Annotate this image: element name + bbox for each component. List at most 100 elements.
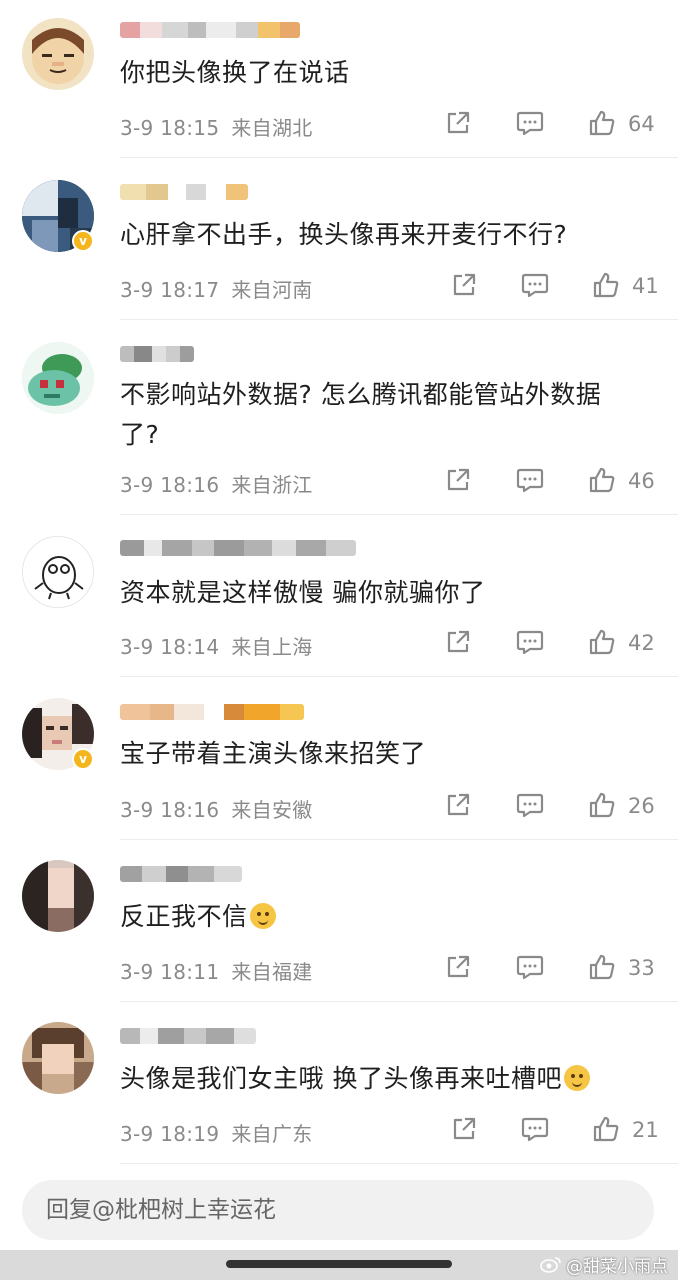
- username-obscured[interactable]: [120, 540, 356, 556]
- comment-text: 反正我不信: [120, 897, 640, 937]
- comment-location: 来自河南: [231, 278, 313, 302]
- thumbs-up-icon: [589, 467, 615, 493]
- share-icon: [453, 273, 476, 296]
- avatar[interactable]: [22, 860, 94, 932]
- comment-location: 来自安徽: [231, 798, 313, 822]
- comment-text-content: 头像是我们女主哦 换了头像再来吐槽吧: [120, 1064, 562, 1093]
- verified-badge-icon: v: [72, 230, 94, 252]
- comment-text: 头像是我们女主哦 换了头像再来吐槽吧: [120, 1059, 640, 1099]
- watermark-text: @甜菜小雨点: [566, 1256, 668, 1277]
- comment-button[interactable]: [510, 103, 550, 143]
- divider: [120, 514, 678, 515]
- comment-location: 来自上海: [231, 635, 313, 659]
- share-button[interactable]: [438, 622, 478, 662]
- like-button[interactable]: [582, 103, 622, 143]
- divider: [120, 1001, 678, 1002]
- like-count: 41: [632, 274, 659, 298]
- pleading-emoji-icon: [563, 1065, 590, 1091]
- share-button[interactable]: [438, 785, 478, 825]
- avatar[interactable]: [22, 18, 94, 90]
- comment-meta: 3-9 18:14 来自上海: [120, 631, 313, 660]
- weibo-logo-icon: [540, 1257, 561, 1273]
- thumbs-up-icon: [593, 1116, 619, 1142]
- comment-icon: [516, 630, 544, 655]
- username-obscured[interactable]: [120, 1028, 256, 1044]
- avatar-photo-icon: [22, 860, 94, 932]
- comment-text: 宝子带着主演头像来招笑了: [120, 739, 427, 768]
- avatar-penguin-icon: [23, 537, 93, 607]
- like-button[interactable]: [582, 947, 622, 987]
- reply-box[interactable]: [22, 1180, 654, 1240]
- username-obscured[interactable]: [120, 184, 248, 200]
- avatar[interactable]: [22, 342, 94, 414]
- like-count: 26: [628, 794, 655, 818]
- comment-text: 资本就是这样傲慢 骗你就骗你了: [120, 578, 486, 607]
- comment-icon: [516, 111, 544, 136]
- home-indicator[interactable]: [226, 1260, 452, 1268]
- like-count: 33: [628, 956, 655, 980]
- share-button[interactable]: [438, 947, 478, 987]
- comment-meta: 3-9 18:15 来自湖北: [120, 112, 313, 141]
- comment-meta: 3-9 18:16 来自安徽: [120, 794, 313, 823]
- share-button[interactable]: [438, 103, 478, 143]
- like-button[interactable]: [582, 785, 622, 825]
- share-button[interactable]: [444, 265, 484, 305]
- comment-button[interactable]: [515, 1109, 555, 1149]
- comment-button[interactable]: [510, 460, 550, 500]
- thumbs-up-icon: [589, 629, 615, 655]
- comment-time: 3-9 18:11: [120, 960, 220, 984]
- thumbs-up-icon: [589, 792, 615, 818]
- top-edge: [0, 0, 678, 12]
- comment-button[interactable]: [510, 947, 550, 987]
- share-icon: [447, 955, 470, 978]
- comment-time: 3-9 18:19: [120, 1122, 220, 1146]
- reply-input[interactable]: [46, 1180, 626, 1240]
- comment-icon: [521, 1117, 549, 1142]
- username-obscured[interactable]: [120, 866, 242, 882]
- comment-time: 3-9 18:15: [120, 116, 220, 140]
- divider: [120, 676, 678, 677]
- comment-time: 3-9 18:14: [120, 635, 220, 659]
- divider: [120, 319, 678, 320]
- comment-icon: [516, 468, 544, 493]
- comment-time: 3-9 18:17: [120, 278, 220, 302]
- like-button[interactable]: [586, 265, 626, 305]
- comment-text: 心肝拿不出手，换头像再来开麦行不行?: [120, 220, 568, 249]
- username-obscured[interactable]: [120, 22, 300, 38]
- comment-button[interactable]: [510, 785, 550, 825]
- doge-emoji-icon: [249, 903, 276, 929]
- comment-text: 不影响站外数据? 怎么腾讯都能管站外数据了?: [120, 380, 602, 449]
- comment-meta: 3-9 18:11 来自福建: [120, 956, 313, 985]
- like-count: 46: [628, 469, 655, 493]
- share-icon: [447, 111, 470, 134]
- comment-time: 3-9 18:16: [120, 473, 220, 497]
- like-button[interactable]: [582, 622, 622, 662]
- avatar-face-icon: [32, 28, 84, 84]
- comment-time: 3-9 18:16: [120, 798, 220, 822]
- like-button[interactable]: [586, 1109, 626, 1149]
- username-obscured[interactable]: [120, 704, 304, 720]
- thumbs-up-icon: [589, 110, 615, 136]
- like-button[interactable]: [582, 460, 622, 500]
- comment-button[interactable]: [510, 622, 550, 662]
- share-button[interactable]: [444, 1109, 484, 1149]
- comment-location: 来自福建: [231, 960, 313, 984]
- comment-location: 来自浙江: [231, 473, 313, 497]
- thumbs-up-icon: [593, 272, 619, 298]
- avatar-photo-icon: [22, 1022, 94, 1094]
- username-obscured[interactable]: [120, 346, 194, 362]
- share-icon: [453, 1117, 476, 1140]
- divider: [120, 839, 678, 840]
- comment-location: 来自湖北: [231, 116, 313, 140]
- share-icon: [447, 793, 470, 816]
- avatar[interactable]: [22, 1022, 94, 1094]
- share-button[interactable]: [438, 460, 478, 500]
- comment-meta: 3-9 18:17 来自河南: [120, 274, 313, 303]
- comment-icon: [516, 955, 544, 980]
- comment-text-content: 反正我不信: [120, 902, 248, 931]
- divider: [120, 157, 678, 158]
- avatar-bulbasaur-icon: [22, 342, 94, 414]
- avatar[interactable]: [22, 536, 94, 608]
- comment-icon: [521, 273, 549, 298]
- comment-button[interactable]: [515, 265, 555, 305]
